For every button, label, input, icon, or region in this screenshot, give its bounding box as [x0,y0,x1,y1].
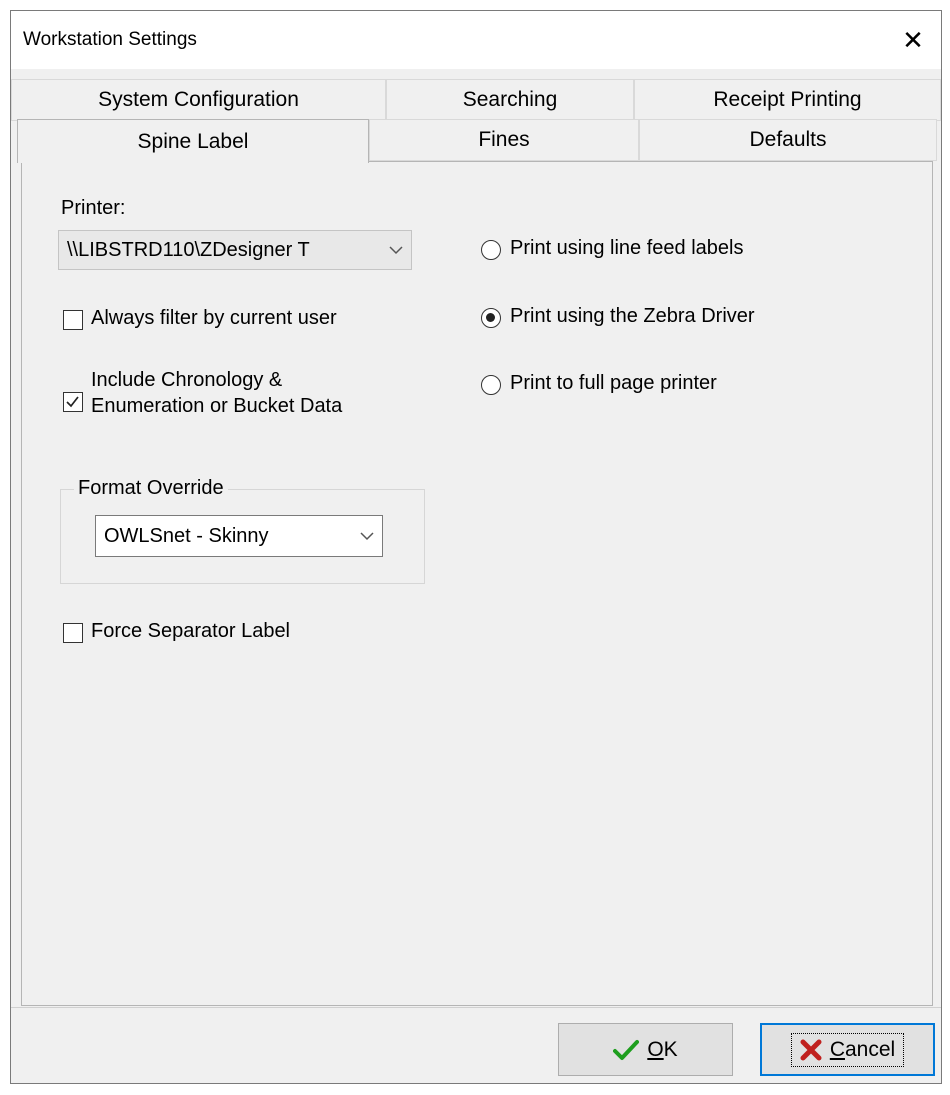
radio-full-page-printer-label: Print to full page printer [510,372,717,394]
radio-zebra-driver[interactable] [481,308,501,328]
include-chronology-checkbox[interactable] [63,392,83,412]
checkmark-icon [66,396,79,408]
tab-system-configuration[interactable]: System Configuration [11,79,386,121]
footer-separator [11,1007,941,1008]
printer-value: \\LIBSTRD110\ZDesigner T [67,238,310,261]
close-button[interactable]: ✕ [885,11,941,69]
cancel-button-label: Cancel [829,1037,896,1061]
tab-defaults[interactable]: Defaults [639,119,937,161]
window-title: Workstation Settings [23,29,197,50]
close-icon: ✕ [902,24,924,55]
format-override-legend: Format Override [74,477,228,500]
workstation-settings-window: Workstation Settings ✕ System Configurat… [10,10,942,1084]
always-filter-label: Always filter by current user [91,307,337,329]
always-filter-checkbox[interactable] [63,310,83,330]
format-override-select[interactable]: OWLSnet - Skinny [95,515,383,557]
include-chronology-label-line2: Enumeration or Bucket Data [91,395,343,417]
tab-spine-label[interactable]: Spine Label [17,119,369,163]
tab-label: Fines [478,128,530,151]
ok-button-label: OK [647,1037,678,1061]
cancel-button[interactable]: Cancel [760,1023,935,1076]
radio-zebra-driver-label: Print using the Zebra Driver [510,305,755,327]
check-icon [613,1039,640,1060]
ok-button[interactable]: OK [558,1023,733,1076]
title-bar: Workstation Settings ✕ [11,11,941,69]
tab-label: System Configuration [98,88,299,111]
tab-label: Receipt Printing [713,88,862,111]
x-icon [800,1039,822,1060]
tab-receipt-printing[interactable]: Receipt Printing [634,79,941,121]
tab-label: Spine Label [137,129,249,153]
radio-full-page-printer[interactable] [481,375,501,395]
printer-select[interactable]: \\LIBSTRD110\ZDesigner T [58,230,412,270]
tab-fines[interactable]: Fines [369,119,639,161]
chevron-down-icon [381,245,411,255]
include-chronology-label-line1: Include Chronology & [91,369,283,391]
printer-label: Printer: [61,197,126,219]
radio-line-feed-labels-label: Print using line feed labels [510,237,744,259]
force-separator-label: Force Separator Label [91,620,291,642]
tab-label: Searching [462,88,558,111]
radio-selected-dot [486,313,495,322]
format-override-value: OWLSnet - Skinny [104,524,269,547]
chevron-down-icon [352,531,382,541]
tab-searching[interactable]: Searching [386,79,634,121]
tab-label: Defaults [749,128,827,151]
radio-line-feed-labels[interactable] [481,240,501,260]
force-separator-checkbox[interactable] [63,623,83,643]
